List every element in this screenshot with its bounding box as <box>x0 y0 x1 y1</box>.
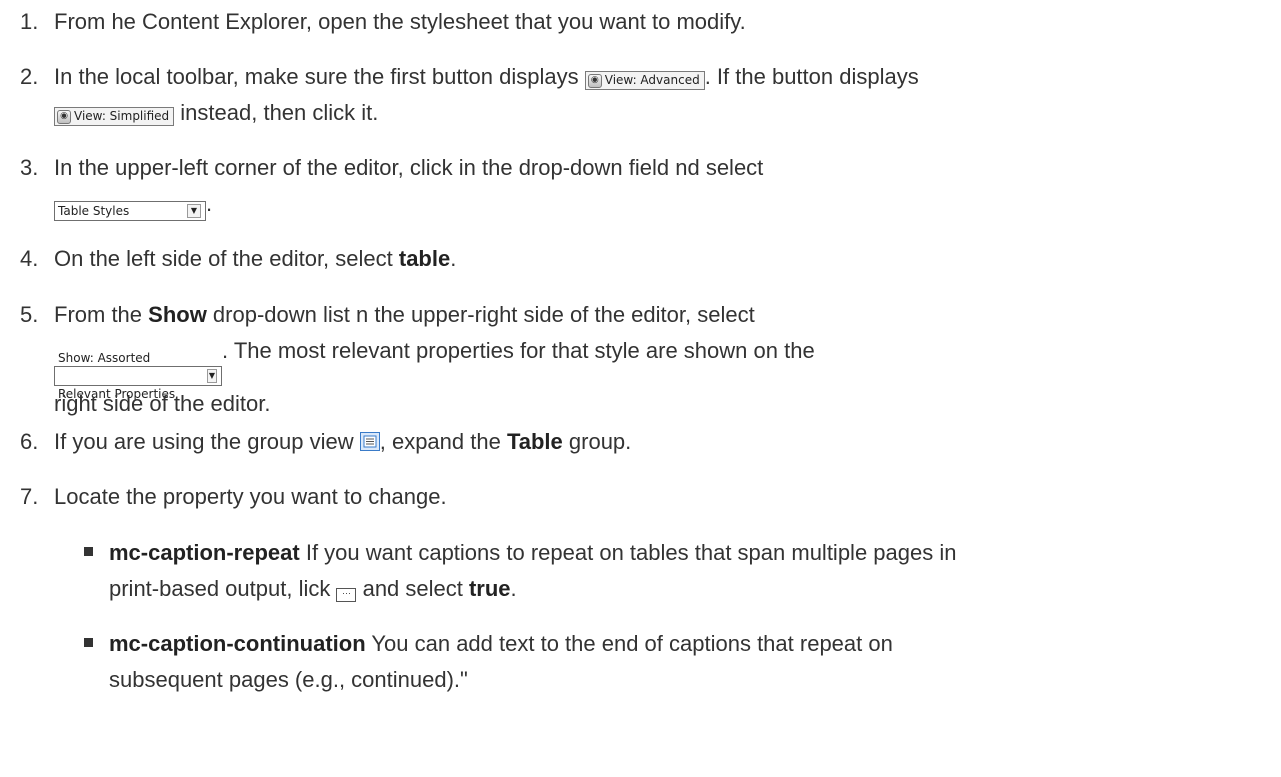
step-6: 6. If you are using the group view , expa… <box>20 424 1261 460</box>
style-type-dropdown[interactable]: Table Styles ▼ <box>54 201 206 221</box>
bullet-text: and select <box>356 576 469 601</box>
step-text: group. <box>562 429 632 454</box>
step-7: 7. Locate the property you want to change… <box>20 479 1261 515</box>
bullet-item: mc-caption-continuation You can add text… <box>84 626 1261 698</box>
show-properties-dropdown[interactable]: Show: Assorted Relevant Properties ▼ <box>54 351 222 401</box>
step-text: . <box>206 191 213 216</box>
step-3: 3. In the upper-left corner of the editor… <box>20 150 1261 222</box>
bullet-text: print-based output, lick <box>109 576 337 601</box>
view-simplified-button[interactable]: ◉ View: Simplified <box>54 107 175 126</box>
step-text: If you are using the group view <box>54 429 360 454</box>
step-4: 4. On the left side of the editor, select… <box>20 241 1261 277</box>
step-bold: Show <box>148 302 207 327</box>
step-text: instead, then click it. <box>174 100 379 125</box>
bullet-text: If you want captions to repeat on tables… <box>299 540 957 565</box>
bullet-text: . <box>510 576 517 601</box>
bullet-square <box>84 547 93 556</box>
step-number: 4. <box>20 246 39 271</box>
step-text: Locate the property you want to change. <box>54 484 447 509</box>
step-number: 3. <box>20 155 39 180</box>
bullet-continuation: print-based output, lick ··· and select … <box>84 571 1261 607</box>
instructions-page: 1. From he Content Explorer, open the sty… <box>0 0 1281 777</box>
step-number: 2. <box>20 64 39 89</box>
bullet-text: You can add text to the end of captions … <box>365 631 893 656</box>
value-bold: true <box>468 576 511 601</box>
bullet-item: mc-caption-repeat If you want captions t… <box>84 535 1261 607</box>
chevron-down-icon: ▼ <box>206 369 217 383</box>
step-text: On the left side of the editor, select <box>54 246 399 271</box>
step-bold: Table <box>506 429 563 454</box>
step-continuation: right side of the editor. <box>20 386 1261 422</box>
eye-icon: ◉ <box>57 109 71 124</box>
button-label: View: Simplified <box>74 109 170 123</box>
ellipsis-icon[interactable]: ··· <box>336 588 357 602</box>
step-text: From he Content Explorer, open the style… <box>54 9 746 34</box>
step-2: 2. In the local toolbar, make sure the fi… <box>20 59 1261 131</box>
bullet-text: subsequent pages (e.g., continued)." <box>109 667 468 692</box>
step-continuation: ◉ View: Simplified instead, then click it… <box>20 95 1261 131</box>
step-bold: table <box>398 246 451 271</box>
bullet-square <box>84 638 93 647</box>
step-number: 5. <box>20 302 39 327</box>
step-text: In the local toolbar, make sure the firs… <box>54 64 579 89</box>
step-text: In the upper-left corner of the editor, … <box>54 155 764 180</box>
step-continuation: Table Styles ▼. <box>20 186 1261 222</box>
step-text: drop-down list n the upper-right side of… <box>206 302 755 327</box>
eye-icon: ◉ <box>587 73 602 88</box>
group-view-icon <box>363 435 377 448</box>
step-number: 1. <box>20 9 39 34</box>
chevron-down-icon: ▼ <box>187 204 201 218</box>
step-number: 6. <box>20 429 39 454</box>
dropdown-value: Table Styles <box>58 204 130 218</box>
property-name: mc-caption-continuation <box>109 631 366 656</box>
step-text: . <box>450 246 457 271</box>
step-number: 7. <box>20 484 39 509</box>
property-name: mc-caption-repeat <box>109 540 300 565</box>
bullet-continuation: subsequent pages (e.g., continued)." <box>84 662 1261 698</box>
button-label: View: Advanced <box>604 73 700 87</box>
step-text: right side of the editor. <box>54 391 271 416</box>
step-continuation: Show: Assorted Relevant Properties ▼. The… <box>20 333 1261 401</box>
step-1: 1. From he Content Explorer, open the sty… <box>20 4 1261 40</box>
step-text: . The most relevant properties for that … <box>222 338 815 363</box>
step-5: 5. From the Show drop-down list n the upp… <box>20 297 1261 422</box>
step-text: , expand the <box>379 429 507 454</box>
view-advanced-button[interactable]: ◉ View: Advanced <box>584 71 705 90</box>
step-text: . If the button displays <box>704 64 919 89</box>
group-view-icon[interactable] <box>359 432 380 451</box>
step-text: From the <box>54 302 149 327</box>
